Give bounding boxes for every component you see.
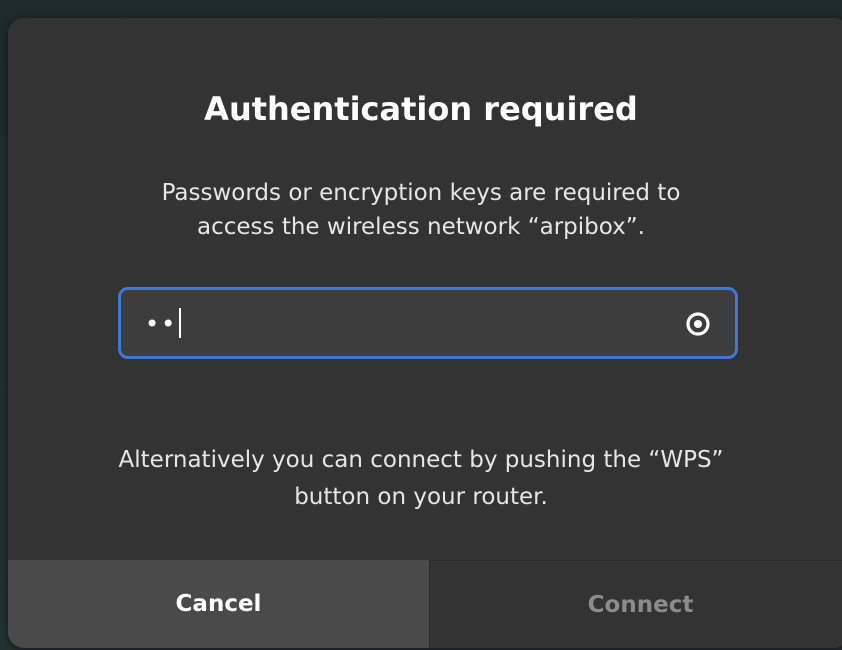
wps-hint-line-1: Alternatively you can connect by pushing… xyxy=(118,447,724,473)
dialog-title: Authentication required xyxy=(204,90,638,128)
text-caret xyxy=(179,308,182,338)
description-line-2: access the wireless network “arpibox”. xyxy=(197,214,645,240)
authentication-dialog: Authentication required Passwords or enc… xyxy=(8,18,842,648)
wps-hint-line-2: button on your router. xyxy=(294,484,548,510)
dialog-title-container: Authentication required xyxy=(8,90,842,128)
description-line-1: Passwords or encryption keys are require… xyxy=(161,180,681,206)
password-value: •• xyxy=(145,308,182,338)
eye-icon[interactable] xyxy=(685,311,711,337)
wps-hint: Alternatively you can connect by pushing… xyxy=(8,442,842,516)
connect-button[interactable]: Connect xyxy=(430,560,842,648)
password-input[interactable]: •• xyxy=(118,287,738,359)
dialog-description: Passwords or encryption keys are require… xyxy=(8,176,842,244)
cancel-button[interactable]: Cancel xyxy=(8,560,429,648)
